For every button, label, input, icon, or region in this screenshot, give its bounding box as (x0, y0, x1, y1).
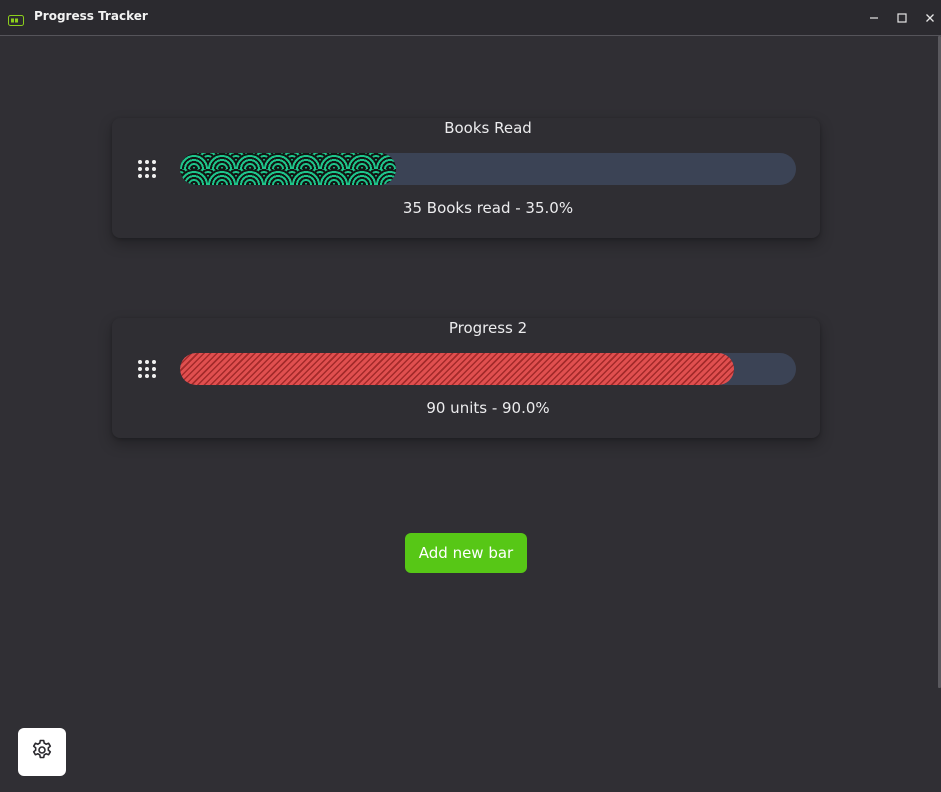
progress-track[interactable] (180, 353, 796, 385)
title-bar[interactable]: Progress Tracker (0, 0, 941, 36)
progress-caption: 90 units - 90.0% (426, 399, 550, 417)
gear-icon (30, 738, 54, 766)
progress-track[interactable] (180, 153, 796, 185)
settings-button[interactable] (18, 728, 66, 776)
drag-handle-icon[interactable] (136, 158, 158, 180)
app-window: Progress Tracker Books Read 35 Books rea… (0, 0, 941, 792)
window-title: Progress Tracker (34, 9, 148, 23)
progress-title: Books Read (444, 119, 532, 137)
progress-title: Progress 2 (448, 319, 528, 337)
progress-fill (180, 153, 396, 185)
minimize-icon[interactable] (864, 8, 884, 28)
progress-caption: 35 Books read - 35.0% (402, 199, 574, 217)
battery-icon (8, 11, 24, 26)
close-icon[interactable] (920, 8, 940, 28)
add-new-bar-button[interactable]: Add new bar (405, 533, 527, 573)
drag-handle-icon[interactable] (136, 358, 158, 380)
progress-card: Books Read 35 Books read - 35.0% (112, 118, 820, 238)
progress-card: Progress 2 90 units - 90.0% (112, 318, 820, 438)
maximize-icon[interactable] (892, 8, 912, 28)
progress-fill (180, 353, 735, 385)
